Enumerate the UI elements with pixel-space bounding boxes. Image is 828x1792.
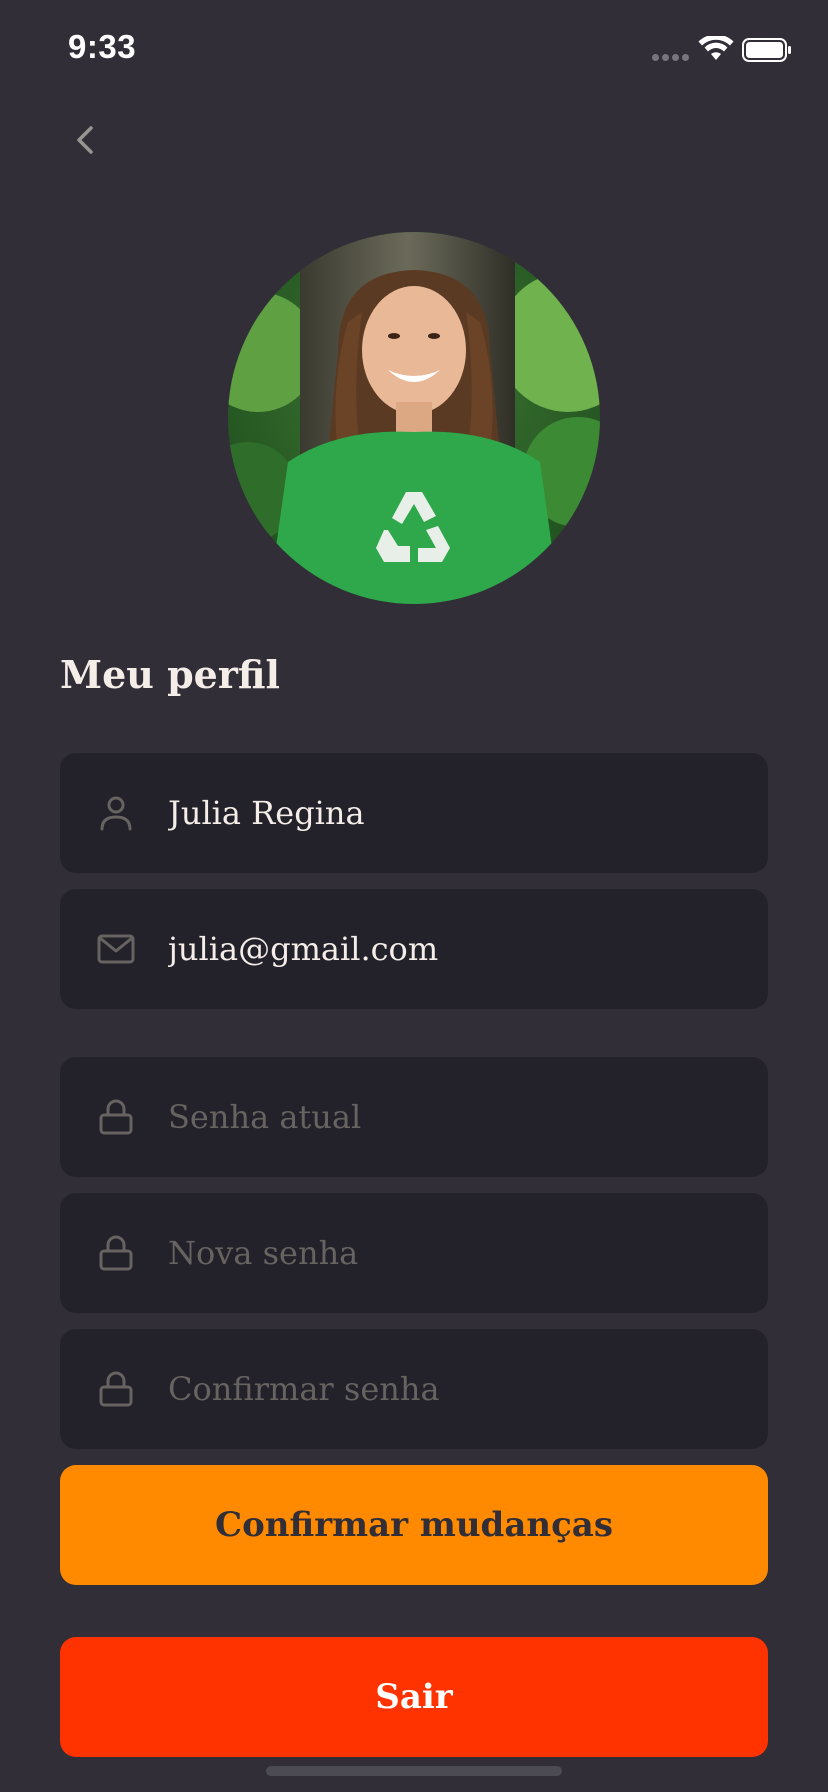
current-password-field[interactable]: Senha atual bbox=[60, 1057, 768, 1177]
wifi-icon bbox=[698, 36, 734, 60]
back-button[interactable] bbox=[60, 112, 110, 168]
new-password-field[interactable]: Nova senha bbox=[60, 1193, 768, 1313]
lock-icon bbox=[99, 1099, 133, 1135]
confirm-password-field[interactable]: Confirmar senha bbox=[60, 1329, 768, 1449]
current-password-placeholder: Senha atual bbox=[168, 1098, 362, 1136]
status-time: 9:33 bbox=[68, 28, 137, 65]
confirm-changes-button[interactable]: Confirmar mudanças bbox=[60, 1465, 768, 1585]
email-value: julia@gmail.com bbox=[168, 930, 439, 968]
name-field[interactable]: Julia Regina bbox=[60, 753, 768, 873]
avatar[interactable] bbox=[228, 232, 600, 604]
page-title: Meu perfil bbox=[60, 652, 280, 697]
confirm-password-placeholder: Confirmar senha bbox=[168, 1370, 440, 1408]
home-indicator[interactable] bbox=[266, 1766, 562, 1776]
name-value: Julia Regina bbox=[168, 794, 365, 832]
status-bar: 9:33 bbox=[0, 0, 828, 100]
logout-button[interactable]: Sair bbox=[60, 1637, 768, 1757]
battery-icon bbox=[742, 38, 791, 62]
lock-icon bbox=[99, 1235, 133, 1271]
user-icon bbox=[100, 796, 132, 831]
lock-icon bbox=[99, 1371, 133, 1407]
mail-icon bbox=[97, 934, 135, 964]
signal-dots-icon bbox=[652, 54, 690, 62]
profile-photo bbox=[228, 232, 600, 604]
new-password-placeholder: Nova senha bbox=[168, 1234, 359, 1272]
chevron-left-icon bbox=[77, 126, 93, 154]
email-field[interactable]: julia@gmail.com bbox=[60, 889, 768, 1009]
